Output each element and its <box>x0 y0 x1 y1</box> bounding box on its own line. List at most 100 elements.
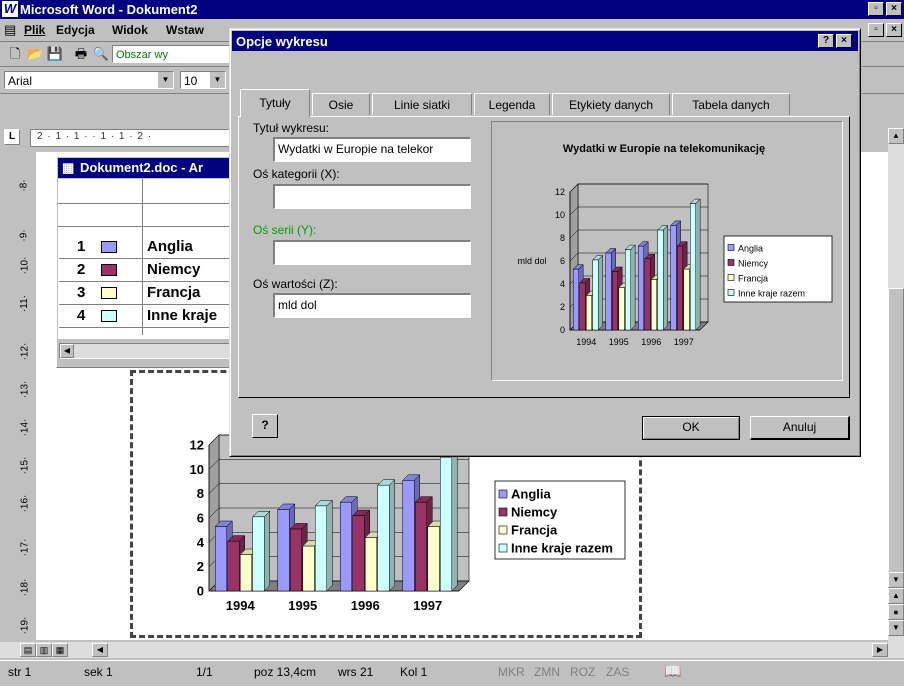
series-axis-field[interactable] <box>273 240 471 265</box>
doc-close-icon[interactable]: × <box>886 23 902 37</box>
bar-side <box>264 510 270 592</box>
y-axis-label: mld dol <box>517 256 546 266</box>
new-document-icon[interactable]: 🗋 <box>6 45 24 63</box>
y-tick-label: 6 <box>197 511 204 526</box>
tab-stop-icon[interactable]: L <box>4 129 20 145</box>
ruler-mark: ·10· <box>19 256 31 275</box>
dialog-close-icon[interactable]: × <box>836 34 852 48</box>
status-roz[interactable]: ROZ <box>570 665 595 679</box>
legend-label: Inne kraje razem <box>511 541 613 556</box>
status-pages: 1/1 <box>196 665 213 679</box>
chart-title-field[interactable]: Wydatki w Europie na telekor <box>273 137 471 162</box>
size-combo-value: 10 <box>184 74 198 88</box>
bar-side <box>389 479 395 592</box>
browse-object-icon[interactable]: ● <box>888 604 904 620</box>
help-icon: ? <box>261 418 269 432</box>
close-icon[interactable]: × <box>886 2 902 16</box>
value-axis-field[interactable]: mld dol <box>273 293 471 318</box>
menu-plik[interactable]: Plik <box>24 23 45 37</box>
dialog-help-icon[interactable]: ? <box>818 34 834 48</box>
font-combo[interactable]: Arial ▼ <box>4 71 174 89</box>
bar <box>625 249 631 331</box>
dialog-title: Opcje wykresu <box>236 34 328 49</box>
tab-linie-siatki[interactable]: Linie siatki <box>372 93 472 115</box>
datasheet-header-row <box>58 179 236 204</box>
doc-restore-icon[interactable]: ▫ <box>868 23 884 37</box>
print-icon[interactable]: 🖶 <box>72 45 90 63</box>
status-zmn[interactable]: ZMN <box>534 665 560 679</box>
table-row[interactable]: 3 Francja <box>59 282 237 305</box>
dialog-title-bar: Opcje wykresu ? × <box>232 31 858 51</box>
scroll-up-icon[interactable]: ▲ <box>888 128 904 144</box>
cancel-button[interactable]: Anuluj <box>750 416 850 440</box>
scroll-down-icon[interactable]: ▼ <box>888 572 904 588</box>
row-number: 2 <box>77 261 86 278</box>
table-row[interactable]: 2 Niemcy <box>59 259 237 282</box>
word-title: Microsoft Word - Dokument2 <box>20 2 198 17</box>
cancel-label: Anuluj <box>782 420 817 434</box>
bar <box>677 245 683 331</box>
datasheet-hscrollbar[interactable]: ◀ <box>59 343 235 359</box>
ok-button[interactable]: OK <box>642 416 740 440</box>
scroll-left-icon[interactable]: ◀ <box>92 643 108 657</box>
restore-icon[interactable]: ▫ <box>868 2 884 16</box>
y-tick-label: 12 <box>190 438 204 453</box>
bar-side <box>451 451 458 592</box>
status-mkr[interactable]: MKR <box>498 665 525 679</box>
font-dropdown-icon[interactable]: ▼ <box>157 72 173 88</box>
spelling-check-icon[interactable]: 📖 <box>664 663 681 680</box>
menu-wstaw[interactable]: Wstaw <box>166 23 204 37</box>
style-combo[interactable]: Obszar wy <box>112 45 232 63</box>
vertical-scrollbar[interactable]: ▲ ▼ ▲ ● ▼ <box>888 128 904 642</box>
menu-edycja[interactable]: Edycja <box>56 23 95 37</box>
size-combo[interactable]: 10 ▼ <box>180 71 226 89</box>
vertical-ruler[interactable]: ·8· ·9· ·10· ·11· ·12· ·13· ·14· ·15· ·1… <box>18 152 34 640</box>
normal-view-icon[interactable]: ▤ <box>20 643 36 657</box>
next-page-icon[interactable]: ▼ <box>888 620 904 636</box>
y-tick-label: 0 <box>197 584 204 599</box>
x-tick-label: 1997 <box>674 337 694 347</box>
tab-label: Osie <box>328 98 354 112</box>
bar <box>644 258 651 331</box>
doc-icon[interactable]: ▤ <box>4 22 16 38</box>
scroll-right-icon[interactable]: ▶ <box>872 643 888 657</box>
layout-view-icon[interactable]: ▥ <box>36 643 52 657</box>
bar <box>586 295 592 331</box>
dialog-help-button[interactable]: ? <box>252 414 278 438</box>
ruler-mark: ·15· <box>19 456 31 475</box>
bar <box>427 526 440 592</box>
category-axis-label: Oś kategorii (X): <box>253 167 340 181</box>
bar <box>657 229 664 331</box>
scroll-thumb[interactable] <box>888 288 904 590</box>
tab-osie[interactable]: Osie <box>312 93 370 115</box>
tab-legenda[interactable]: Legenda <box>474 93 550 115</box>
scroll-left-icon[interactable]: ◀ <box>60 344 74 358</box>
size-dropdown-icon[interactable]: ▼ <box>209 72 225 88</box>
ruler-mark: ·19· <box>19 616 31 635</box>
tab-tytuly[interactable]: Tytuły <box>240 89 310 117</box>
datasheet-window[interactable]: ▦ Dokument2.doc - Ar 1 Anglia 2 Niemcy 3… <box>56 156 238 368</box>
save-icon[interactable]: 💾 <box>46 45 64 63</box>
prev-page-icon[interactable]: ▲ <box>888 588 904 604</box>
word-app-icon[interactable]: W <box>2 1 18 17</box>
open-icon[interactable]: 📂 <box>26 45 44 63</box>
legend-label: Anglia <box>738 243 763 253</box>
status-zas[interactable]: ZAS <box>606 665 629 679</box>
style-combo-value: Obszar wy <box>116 49 168 61</box>
datasheet-title-bar: ▦ Dokument2.doc - Ar <box>58 158 236 178</box>
menu-widok[interactable]: Widok <box>112 23 148 37</box>
ruler-mark: ·14· <box>19 418 31 437</box>
chart-title: Wydatki w Europie na telekomunikację <box>563 143 765 155</box>
tab-tabela-danych[interactable]: Tabela danych <box>672 93 790 115</box>
outline-view-icon[interactable]: ▦ <box>52 643 68 657</box>
category-axis-field[interactable] <box>273 184 471 209</box>
legend-label: Niemcy <box>738 258 769 268</box>
x-tick-label: 1995 <box>609 337 629 347</box>
table-row[interactable]: 4 Inne kraje <box>59 305 237 328</box>
print-preview-icon[interactable]: 🔍 <box>92 45 110 63</box>
bar <box>690 203 696 331</box>
horizontal-ruler[interactable]: 2 · 1 · 1 · · 1 · 1 · 2 · <box>30 129 232 147</box>
tab-etykiety-danych[interactable]: Etykiety danych <box>552 93 670 115</box>
vertical-ruler-marks: ·8· ·9· ·10· ·11· ·12· ·13· ·14· ·15· ·1… <box>18 152 34 640</box>
table-row[interactable]: 1 Anglia <box>59 236 237 259</box>
